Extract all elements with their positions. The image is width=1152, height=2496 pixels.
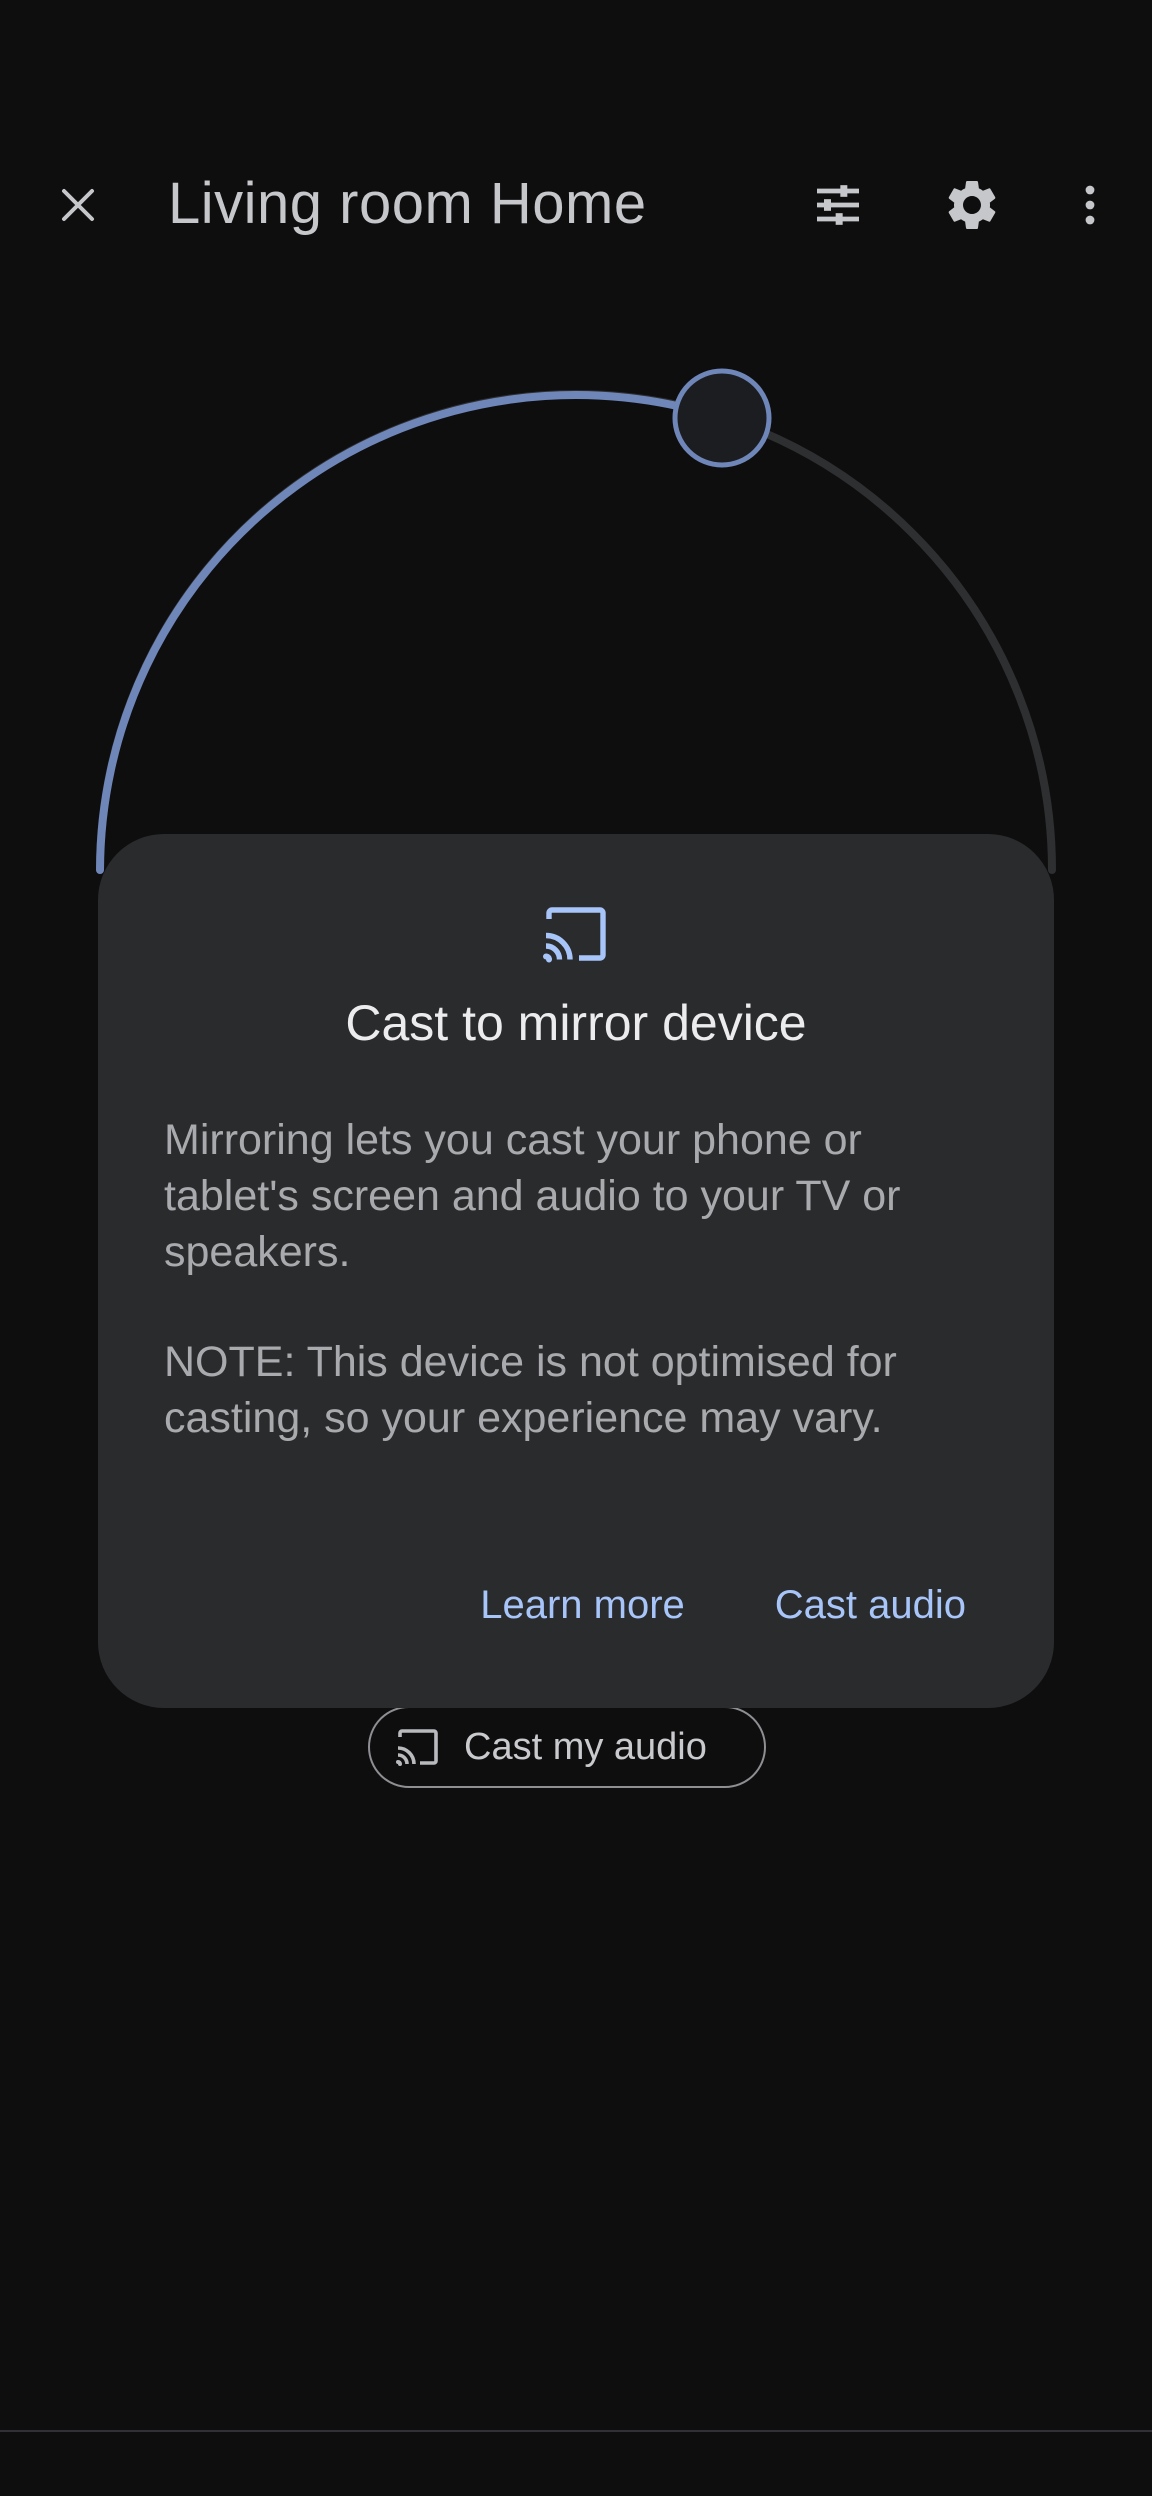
gear-icon [948,181,996,229]
settings-button[interactable] [924,157,1020,253]
close-button[interactable] [30,157,126,253]
cast-dialog: Cast to mirror device Mirroring lets you… [98,834,1054,1708]
dialog-body: Mirroring lets you cast your phone or ta… [164,1112,1004,1446]
dialog-description: Mirroring lets you cast your phone or ta… [164,1116,901,1276]
equalizer-button[interactable] [790,157,886,253]
cast-audio-button[interactable]: Cast audio [775,1583,966,1628]
bottom-divider [0,2430,1152,2432]
cast-icon [392,1721,444,1773]
cast-icon [543,907,606,963]
volume-thumb[interactable] [672,368,772,468]
learn-more-button[interactable]: Learn more [480,1583,685,1628]
more-options-button[interactable] [1042,157,1138,253]
more-vert-icon [1085,185,1095,225]
cast-my-audio-button[interactable]: Cast my audio [368,1706,766,1788]
screen: Living room Home Cast my audio Cast to m… [0,0,1152,2496]
top-app-bar: Living room Home [0,150,1152,260]
dialog-title: Cast to mirror device [345,995,807,1051]
dialog-note: NOTE: This device is not optimised for c… [164,1338,897,1442]
dialog-actions: Learn more Cast audio [480,1583,966,1628]
tune-icon [817,185,859,225]
close-icon [62,189,94,221]
page-title: Living room Home [168,171,647,236]
cast-my-audio-label: Cast my audio [464,1725,707,1768]
volume-track [96,390,1056,874]
volume-level-arc [96,391,726,874]
